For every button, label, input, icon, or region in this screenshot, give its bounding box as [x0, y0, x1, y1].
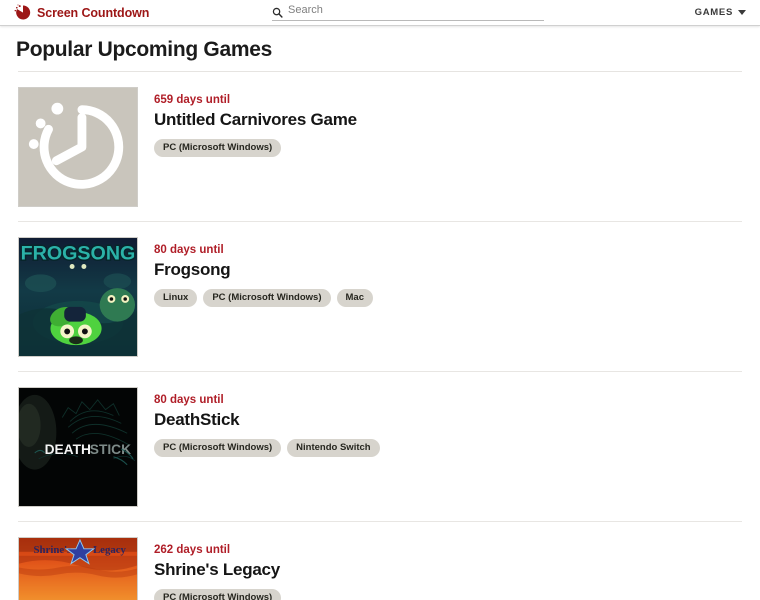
game-cover-deathstick-cover[interactable]: DEATH STICK [18, 387, 138, 507]
days-until-label: 262 days until [154, 544, 231, 556]
game-title-link[interactable]: Frogsong [154, 259, 373, 280]
game-title-link[interactable]: Shrine's Legacy [154, 559, 281, 580]
game-list-item[interactable]: Shrine's Legacy 262 days until Shrine's Leg… [18, 522, 742, 600]
svg-text:Legacy: Legacy [93, 544, 127, 556]
popular-upcoming-games-list: 659 days until Untitled Carnivores Game PC… [0, 72, 760, 600]
days-until-label: 80 days until [154, 244, 224, 256]
platform-tag-group: Linux PC (Microsoft Windows) Mac [154, 289, 373, 307]
brand-logo-link[interactable]: Screen Countdown [14, 4, 149, 21]
days-until-label: 659 days until [154, 94, 231, 106]
game-meta: 262 days until Shrine's Legacy PC (Microso… [154, 537, 282, 600]
page-title: Popular Upcoming Games [16, 38, 272, 61]
game-list-item[interactable]: DEATH STICK 80 days until DeathStick PC (Mic… [18, 372, 742, 522]
game-meta: 659 days until Untitled Carnivores Game PC… [154, 87, 357, 157]
game-title-link[interactable]: DeathStick [154, 409, 380, 430]
game-title-link[interactable]: Untitled Carnivores Game [154, 109, 357, 130]
search-bar[interactable] [272, 4, 544, 21]
game-meta: 80 days until Frogsong Linux PC (Microsoft … [154, 237, 373, 307]
svg-text:FROGSONG: FROGSONG [21, 243, 136, 265]
game-list-item[interactable]: FROGSONG 80 days until Frogsong Linux PC (Mi… [18, 222, 742, 372]
platform-tag[interactable]: PC (Microsoft Windows) [154, 589, 282, 600]
page-title-section: Popular Upcoming Games [0, 26, 760, 72]
platform-tag[interactable]: Mac [336, 289, 373, 307]
svg-text:DEATH: DEATH [45, 442, 91, 457]
nav-games-label: GAMES [694, 7, 733, 18]
platform-tag[interactable]: PC (Microsoft Windows) [154, 139, 282, 157]
game-meta: 80 days until DeathStick PC (Microsoft Win… [154, 387, 380, 457]
nav-games-dropdown[interactable]: GAMES [695, 7, 746, 18]
platform-tag[interactable]: PC (Microsoft Windows) [203, 289, 331, 307]
chevron-down-icon [738, 10, 746, 15]
search-icon [272, 5, 283, 18]
game-cover-shrines-legacy-cover[interactable]: Shrine's Legacy [18, 537, 138, 600]
svg-text:Shrine's: Shrine's [34, 544, 72, 556]
platform-tag[interactable]: Linux [154, 289, 198, 307]
platform-tag-group: PC (Microsoft Windows) [154, 589, 282, 600]
search-input[interactable] [288, 4, 544, 17]
site-header: Screen Countdown GAMES [0, 0, 760, 26]
game-cover-placeholder-clock-cover[interactable] [18, 87, 138, 207]
brand-name: Screen Countdown [37, 5, 150, 20]
game-cover-frogsong-cover[interactable]: FROGSONG [18, 237, 138, 357]
platform-tag-group: PC (Microsoft Windows) [154, 139, 357, 157]
countdown-clock-icon [14, 4, 31, 21]
svg-text:STICK: STICK [90, 442, 131, 457]
days-until-label: 80 days until [154, 394, 224, 406]
platform-tag-group: PC (Microsoft Windows) Nintendo Switch [154, 439, 380, 457]
game-list-item[interactable]: 659 days until Untitled Carnivores Game PC… [18, 72, 742, 222]
platform-tag[interactable]: PC (Microsoft Windows) [154, 439, 282, 457]
platform-tag[interactable]: Nintendo Switch [287, 439, 380, 457]
